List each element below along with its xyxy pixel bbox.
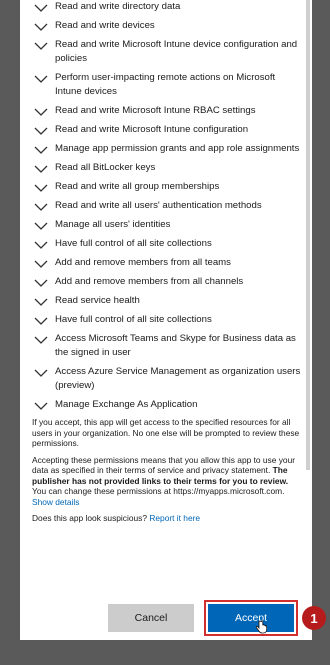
chevron-down-icon[interactable]	[34, 297, 48, 307]
scrollbar[interactable]	[306, 0, 310, 470]
permission-item[interactable]: Read and write devices	[34, 19, 302, 33]
permission-label: Read and write Microsoft Intune RBAC set…	[55, 105, 256, 116]
permission-list: Read and write directory data Read and wr…	[20, 0, 312, 412]
suspicious-question: Does this app look suspicious?	[32, 513, 147, 523]
button-row: Cancel Accept	[20, 600, 312, 636]
permission-label: Read and write devices	[55, 20, 155, 31]
show-details-link[interactable]: Show details	[32, 497, 80, 507]
permission-item[interactable]: Read and write all users' authentication…	[34, 199, 302, 213]
permission-item[interactable]: Read and write Microsoft Intune RBAC set…	[34, 104, 302, 118]
chevron-down-icon[interactable]	[34, 316, 48, 326]
consent-info: If you accept, this app will get access …	[20, 417, 312, 524]
consent-paragraph-1: If you accept, this app will get access …	[32, 417, 300, 448]
cancel-button[interactable]: Cancel	[108, 604, 194, 632]
permission-label: Read all BitLocker keys	[55, 162, 156, 173]
chevron-down-icon[interactable]	[34, 74, 48, 84]
permission-label: Read service health	[55, 295, 140, 306]
chevron-down-icon[interactable]	[34, 401, 48, 411]
permission-label: Add and remove members from all teams	[55, 257, 231, 268]
chevron-down-icon[interactable]	[34, 183, 48, 193]
permission-label: Read and write Microsoft Intune configur…	[55, 124, 249, 135]
permission-item[interactable]: Add and remove members from all teams	[34, 256, 302, 270]
permission-item[interactable]: Manage all users' identities	[34, 218, 302, 232]
chevron-down-icon[interactable]	[34, 164, 48, 174]
chevron-down-icon[interactable]	[34, 335, 48, 345]
chevron-down-icon[interactable]	[34, 221, 48, 231]
permission-item[interactable]: Read and write all group memberships	[34, 180, 302, 194]
permission-item[interactable]: Perform user-impacting remote actions on…	[34, 71, 302, 99]
permission-item[interactable]: Manage Exchange As Application	[34, 398, 302, 412]
permission-item[interactable]: Read and write directory data	[34, 0, 302, 14]
permissions-dialog: Read and write directory data Read and wr…	[20, 0, 312, 640]
permission-label: Access Microsoft Teams and Skype for Bus…	[55, 333, 296, 358]
permission-label: Have full control of all site collection…	[55, 238, 212, 249]
chevron-down-icon[interactable]	[34, 145, 48, 155]
report-link[interactable]: Report it here	[149, 513, 200, 523]
permission-item[interactable]: Have full control of all site collection…	[34, 313, 302, 327]
permission-label: Manage Exchange As Application	[55, 399, 198, 410]
chevron-down-icon[interactable]	[34, 107, 48, 117]
permission-label: Read and write directory data	[55, 1, 181, 12]
permission-item[interactable]: Read service health	[34, 294, 302, 308]
consent-paragraph-2: Accepting these permissions means that y…	[32, 455, 302, 508]
chevron-down-icon[interactable]	[34, 22, 48, 32]
permission-item[interactable]: Read and write Microsoft Intune device c…	[34, 38, 302, 66]
chevron-down-icon[interactable]	[34, 41, 48, 51]
permission-label: Read and write all users' authentication…	[55, 200, 262, 211]
chevron-down-icon[interactable]	[34, 368, 48, 378]
permission-label: Read and write Microsoft Intune device c…	[55, 39, 298, 64]
chevron-down-icon[interactable]	[34, 259, 48, 269]
permission-label: Manage all users' identities	[55, 219, 171, 230]
consent-paragraph-2-end: You can change these permissions at http…	[32, 486, 285, 496]
permission-item[interactable]: Read and write Microsoft Intune configur…	[34, 123, 302, 137]
hand-cursor-icon	[256, 620, 267, 634]
permission-item[interactable]: Read all BitLocker keys	[34, 161, 302, 175]
chevron-down-icon[interactable]	[34, 240, 48, 250]
chevron-down-icon[interactable]	[34, 126, 48, 136]
permission-label: Access Azure Service Management as organ…	[55, 366, 301, 391]
suspicious-line: Does this app look suspicious? Report it…	[32, 513, 302, 524]
chevron-down-icon[interactable]	[34, 202, 48, 212]
accept-button[interactable]: Accept	[204, 600, 298, 636]
permission-label: Have full control of all site collection…	[55, 314, 212, 325]
permission-item[interactable]: Access Azure Service Management as organ…	[34, 365, 302, 393]
permission-item[interactable]: Add and remove members from all channels	[34, 275, 302, 289]
permission-item[interactable]: Access Microsoft Teams and Skype for Bus…	[34, 332, 302, 360]
step-callout-badge: 1	[302, 606, 326, 630]
permission-item[interactable]: Have full control of all site collection…	[34, 237, 302, 251]
consent-paragraph-2-start: Accepting these permissions means that y…	[32, 454, 296, 476]
chevron-down-icon[interactable]	[34, 278, 48, 288]
permission-label: Manage app permission grants and app rol…	[55, 143, 300, 154]
permission-label: Add and remove members from all channels	[55, 276, 244, 287]
permission-label: Read and write all group memberships	[55, 181, 220, 192]
permission-item[interactable]: Manage app permission grants and app rol…	[34, 142, 302, 156]
chevron-down-icon[interactable]	[34, 3, 48, 13]
permission-label: Perform user-impacting remote actions on…	[55, 72, 276, 97]
